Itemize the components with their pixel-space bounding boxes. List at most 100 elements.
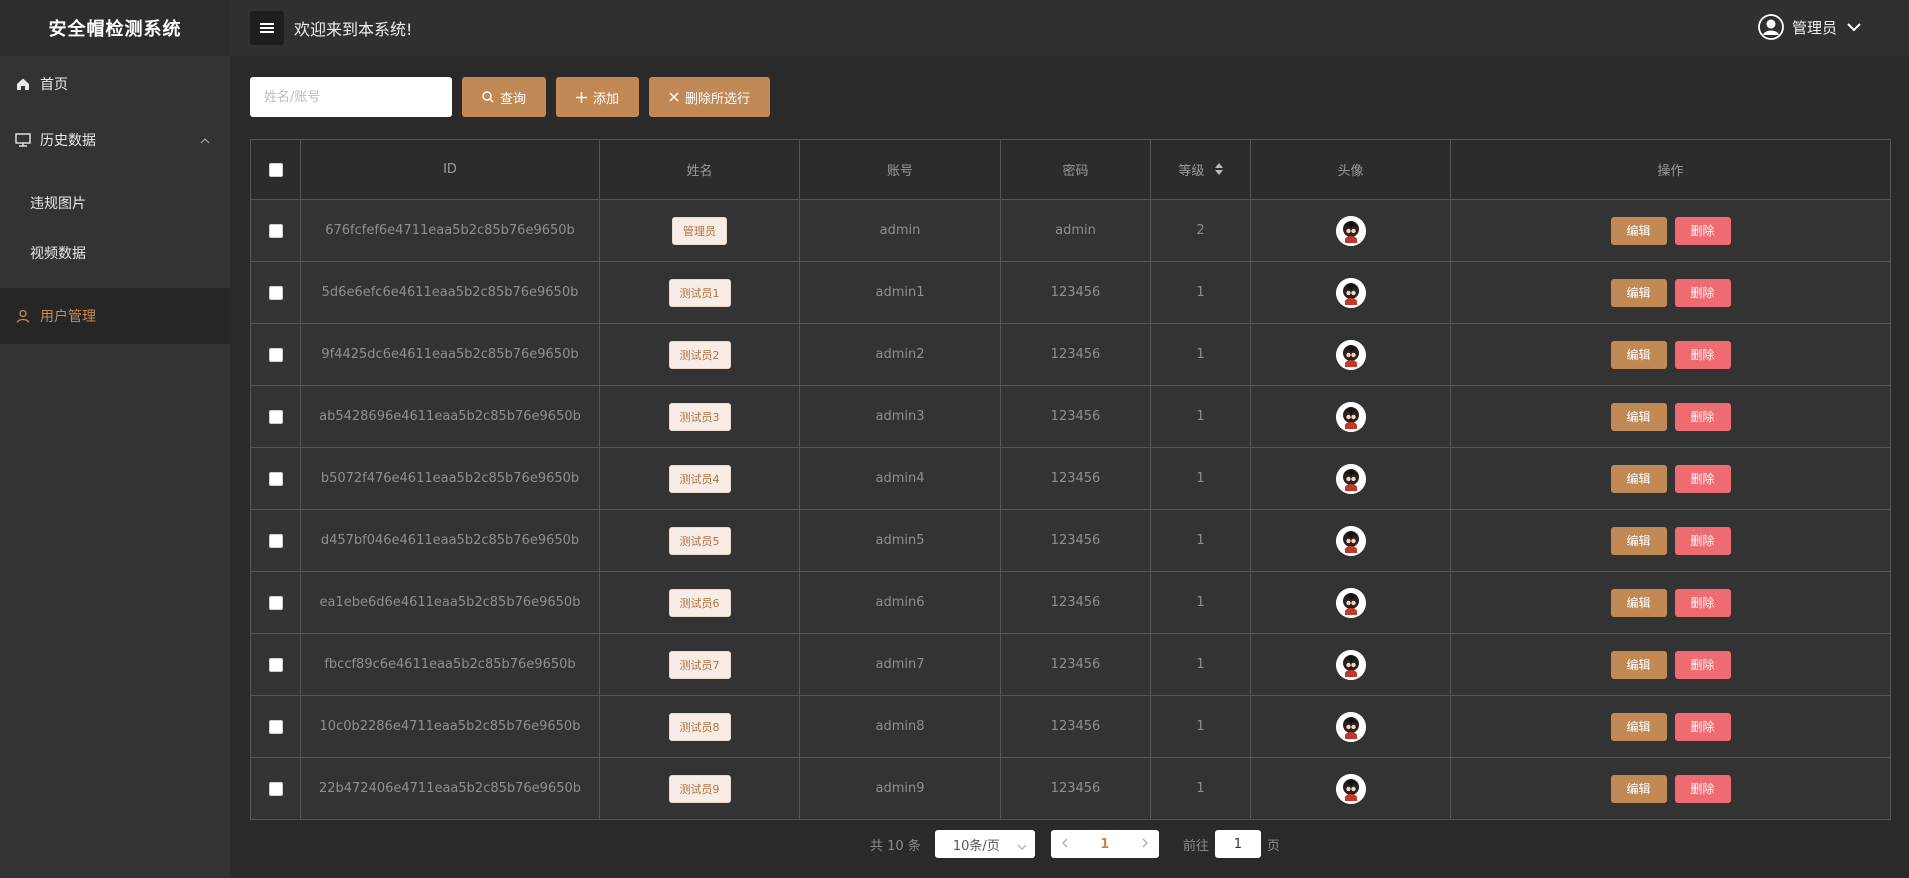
delete-button[interactable]: 删除 bbox=[1674, 464, 1731, 493]
cell-password: 123456 bbox=[1000, 509, 1151, 572]
hamburger-icon bbox=[260, 23, 274, 33]
delete-button[interactable]: 删除 bbox=[1674, 216, 1731, 245]
cell-id: ab5428696e4611eaa5b2c85b76e9650b bbox=[300, 385, 600, 448]
delete-button[interactable]: 删除 bbox=[1674, 526, 1731, 555]
edit-button[interactable]: 编辑 bbox=[1610, 650, 1667, 679]
name-tag: 测试员8 bbox=[668, 712, 731, 741]
cell-avatar bbox=[1250, 509, 1451, 572]
cell-actions: 编辑 删除 bbox=[1450, 261, 1891, 324]
row-select-cell bbox=[250, 757, 301, 820]
select-all-checkbox[interactable] bbox=[268, 162, 283, 177]
edit-button[interactable]: 编辑 bbox=[1610, 464, 1667, 493]
search-icon bbox=[482, 91, 494, 103]
search-input[interactable] bbox=[250, 77, 452, 117]
cell-account: admin2 bbox=[799, 323, 1001, 386]
add-button-label: 添加 bbox=[593, 91, 620, 107]
prev-page-button[interactable] bbox=[1061, 837, 1068, 852]
cell-level: 1 bbox=[1150, 571, 1251, 634]
user-table-container: ID 姓名 账号 密码 等级 头像 操作 676fcfef6e4711eaa5b… bbox=[250, 139, 1891, 820]
edit-button[interactable]: 编辑 bbox=[1610, 402, 1667, 431]
row-checkbox[interactable] bbox=[268, 223, 283, 238]
cell-actions: 编辑 删除 bbox=[1450, 633, 1891, 696]
table-row: 5d6e6efc6e4611eaa5b2c85b76e9650b 测试员1 admi… bbox=[250, 261, 1891, 324]
row-checkbox[interactable] bbox=[268, 595, 283, 610]
delete-button[interactable]: 删除 bbox=[1674, 588, 1731, 617]
cell-password: admin bbox=[1000, 199, 1151, 262]
edit-button[interactable]: 编辑 bbox=[1610, 278, 1667, 307]
edit-button[interactable]: 编辑 bbox=[1610, 712, 1667, 741]
next-page-button[interactable] bbox=[1142, 837, 1149, 852]
cell-actions: 编辑 删除 bbox=[1450, 385, 1891, 448]
query-button[interactable]: 查询 bbox=[462, 77, 547, 117]
row-checkbox[interactable] bbox=[268, 285, 283, 300]
cell-level: 1 bbox=[1150, 695, 1251, 758]
sidebar-item-user-management[interactable]: 用户管理 bbox=[0, 288, 230, 344]
cell-account: admin bbox=[799, 199, 1001, 262]
avatar bbox=[1335, 649, 1366, 680]
sidebar-item-violation-images[interactable]: 违规图片 bbox=[0, 178, 230, 228]
sidebar-item-history[interactable]: 历史数据 bbox=[0, 112, 230, 168]
sidebar-item-video-data[interactable]: 视频数据 bbox=[0, 228, 230, 278]
toolbar: 查询 添加 删除所选行 bbox=[250, 77, 771, 117]
cell-actions: 编辑 删除 bbox=[1450, 323, 1891, 386]
cell-level: 1 bbox=[1150, 385, 1251, 448]
edit-button[interactable]: 编辑 bbox=[1610, 526, 1667, 555]
sidebar-item-home[interactable]: 首页 bbox=[0, 56, 230, 112]
current-page-number[interactable]: 1 bbox=[1100, 837, 1109, 852]
cell-name: 测试员8 bbox=[599, 695, 800, 758]
name-tag: 测试员4 bbox=[668, 464, 731, 493]
page-size-select[interactable]: 10条/页 bbox=[934, 830, 1035, 858]
chevron-down-icon bbox=[1847, 18, 1861, 36]
cell-actions: 编辑 删除 bbox=[1450, 199, 1891, 262]
delete-button[interactable]: 删除 bbox=[1674, 650, 1731, 679]
row-checkbox[interactable] bbox=[268, 781, 283, 796]
row-checkbox[interactable] bbox=[268, 719, 283, 734]
pagination-total: 共 10 条 bbox=[870, 838, 921, 854]
column-header-level[interactable]: 等级 bbox=[1150, 139, 1251, 200]
sort-icon[interactable] bbox=[1214, 163, 1223, 179]
row-select-cell bbox=[250, 323, 301, 386]
app-title: 安全帽检测系统 bbox=[0, 0, 230, 56]
cell-password: 123456 bbox=[1000, 633, 1151, 696]
welcome-text: 欢迎来到本系统! bbox=[294, 20, 413, 39]
edit-button[interactable]: 编辑 bbox=[1610, 588, 1667, 617]
name-tag: 测试员1 bbox=[668, 278, 731, 307]
row-checkbox[interactable] bbox=[268, 347, 283, 362]
sidebar-item-label: 用户管理 bbox=[40, 309, 96, 325]
edit-button[interactable]: 编辑 bbox=[1610, 216, 1667, 245]
user-menu[interactable]: 管理员 bbox=[1758, 14, 1861, 40]
row-checkbox[interactable] bbox=[268, 533, 283, 548]
table-row: 676fcfef6e4711eaa5b2c85b76e9650b 管理员 admin… bbox=[250, 199, 1891, 262]
cell-actions: 编辑 删除 bbox=[1450, 571, 1891, 634]
user-avatar-icon bbox=[1758, 14, 1784, 40]
delete-button[interactable]: 删除 bbox=[1674, 774, 1731, 803]
chevron-left-icon bbox=[1061, 838, 1068, 847]
delete-button[interactable]: 删除 bbox=[1674, 402, 1731, 431]
delete-button[interactable]: 删除 bbox=[1674, 340, 1731, 369]
avatar bbox=[1335, 711, 1366, 742]
row-checkbox[interactable] bbox=[268, 657, 283, 672]
delete-button[interactable]: 删除 bbox=[1674, 712, 1731, 741]
cell-password: 123456 bbox=[1000, 385, 1151, 448]
cell-id: 9f4425dc6e4611eaa5b2c85b76e9650b bbox=[300, 323, 600, 386]
delete-selected-button[interactable]: 删除所选行 bbox=[649, 77, 771, 117]
cell-avatar bbox=[1250, 757, 1451, 820]
goto-page-input[interactable] bbox=[1214, 830, 1261, 858]
cell-level: 1 bbox=[1150, 323, 1251, 386]
delete-button[interactable]: 删除 bbox=[1674, 278, 1731, 307]
edit-button[interactable]: 编辑 bbox=[1610, 774, 1667, 803]
edit-button[interactable]: 编辑 bbox=[1610, 340, 1667, 369]
name-tag: 测试员5 bbox=[668, 526, 731, 555]
table-row: fbccf89c6e4611eaa5b2c85b76e9650b 测试员7 admi… bbox=[250, 633, 1891, 696]
column-header-id: ID bbox=[300, 139, 600, 200]
row-checkbox[interactable] bbox=[268, 471, 283, 486]
table-row: ab5428696e4611eaa5b2c85b76e9650b 测试员3 admi… bbox=[250, 385, 1891, 448]
row-checkbox[interactable] bbox=[268, 409, 283, 424]
menu-toggle-button[interactable] bbox=[250, 11, 284, 45]
cell-name: 测试员3 bbox=[599, 385, 800, 448]
cell-avatar bbox=[1250, 323, 1451, 386]
cell-actions: 编辑 删除 bbox=[1450, 447, 1891, 510]
add-button[interactable]: 添加 bbox=[556, 77, 640, 117]
query-button-label: 查询 bbox=[500, 91, 527, 107]
chevron-down-icon bbox=[1017, 839, 1027, 854]
